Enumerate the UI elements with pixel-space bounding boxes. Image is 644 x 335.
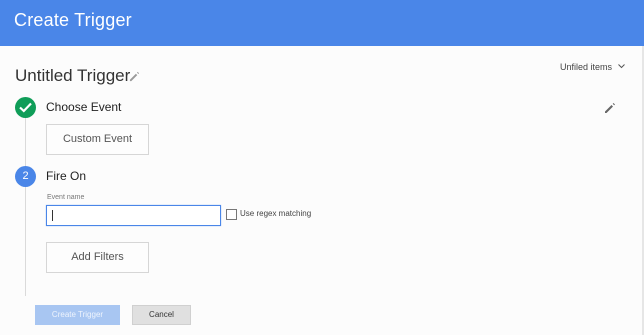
folder-dropdown[interactable]: Unfiled items — [560, 61, 625, 72]
text-caret — [52, 210, 53, 221]
folder-label: Unfiled items — [560, 62, 613, 72]
choose-event-title: Choose Event — [46, 100, 122, 114]
add-filters-button[interactable]: Add Filters — [46, 242, 149, 273]
chevron-down-icon — [617, 61, 625, 71]
event-name-input[interactable] — [46, 205, 221, 226]
regex-checkbox[interactable] — [226, 209, 237, 220]
check-icon — [19, 102, 32, 113]
page-title: Create Trigger — [14, 10, 132, 30]
event-name-label: Event name — [47, 194, 85, 201]
trigger-name[interactable]: Untitled Trigger — [15, 66, 130, 86]
selected-event-button[interactable]: Custom Event — [46, 124, 149, 155]
step-connector-line — [25, 118, 26, 296]
app-header: Create Trigger — [0, 0, 644, 46]
regex-label[interactable]: Use regex matching — [240, 209, 311, 218]
step-complete-badge — [15, 97, 36, 118]
fire-on-title: Fire On — [46, 169, 87, 183]
create-trigger-button[interactable]: Create Trigger — [35, 305, 120, 325]
cancel-button[interactable]: Cancel — [132, 305, 191, 325]
rename-pencil-icon[interactable] — [129, 69, 140, 82]
step-number-badge: 2 — [15, 166, 36, 187]
edit-event-pencil-icon[interactable] — [604, 101, 616, 113]
